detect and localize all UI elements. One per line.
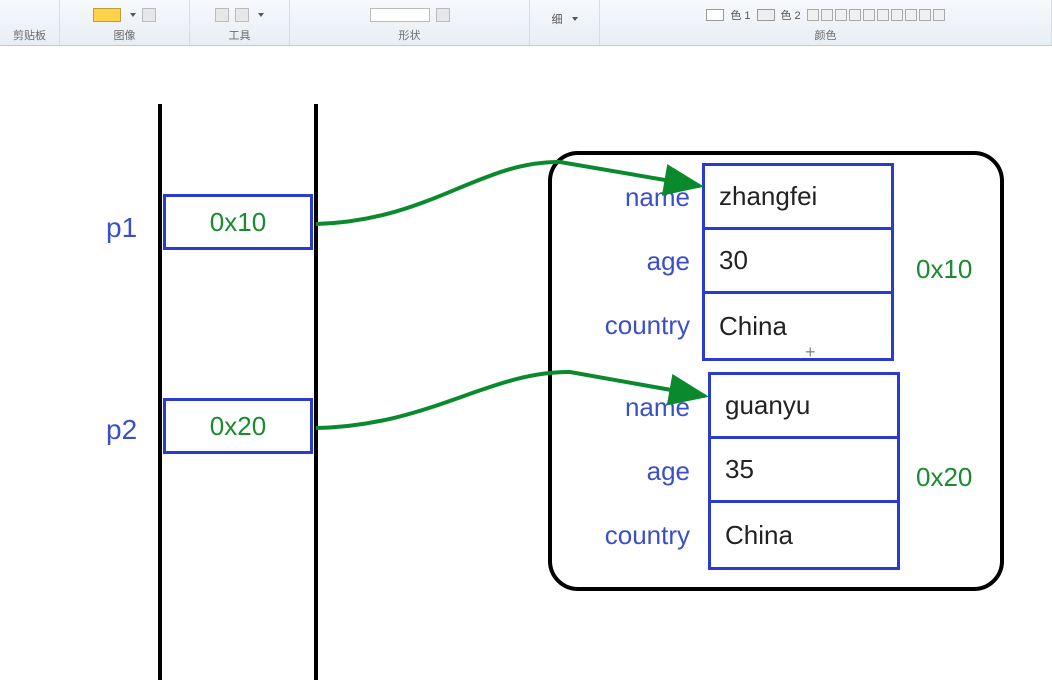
dropdown-icon[interactable] <box>258 13 264 17</box>
color-swatch[interactable] <box>905 9 917 21</box>
diagram-canvas[interactable]: p1 0x10 p2 0x20 zhangfei 30 China name a… <box>0 46 1052 662</box>
cursor-crosshair-icon: + <box>805 342 816 363</box>
color-swatch[interactable] <box>821 9 833 21</box>
object2-country-cell: China <box>711 503 897 567</box>
pointer-label-p2: p2 <box>106 414 137 446</box>
color-swatches <box>807 9 945 21</box>
object1-country-cell: China <box>705 294 891 358</box>
color-swatch[interactable] <box>863 9 875 21</box>
color1-button[interactable] <box>706 9 724 21</box>
color2-button[interactable] <box>757 9 775 21</box>
field-label-age1: age <box>570 246 690 277</box>
ribbon-image-button[interactable] <box>93 8 121 22</box>
object-table-2: guanyu 35 China <box>708 372 900 570</box>
stack-value-p1: 0x10 <box>210 207 266 238</box>
ribbon-label-tools: 工具 <box>229 27 251 43</box>
color-swatch[interactable] <box>807 9 819 21</box>
color-swatch[interactable] <box>919 9 931 21</box>
color-swatch[interactable] <box>849 9 861 21</box>
stack-cell-p1: 0x10 <box>163 194 313 250</box>
ribbon-label-shapes: 形状 <box>399 27 421 43</box>
dropdown-icon[interactable] <box>572 17 578 21</box>
tool-button[interactable] <box>215 8 229 22</box>
object2-age-cell: 35 <box>711 439 897 503</box>
ribbon-group-colors: 色 1 色 2 颜色 <box>600 0 1052 45</box>
ribbon-group-thickness: 细 <box>530 0 600 45</box>
object-table-1: zhangfei 30 China <box>702 163 894 361</box>
object2-name-cell: guanyu <box>711 375 897 439</box>
color-swatch[interactable] <box>835 9 847 21</box>
heap-address-1: 0x10 <box>916 254 972 285</box>
shape-button[interactable] <box>436 8 450 22</box>
field-label-country2: country <box>570 520 690 551</box>
heap-address-2: 0x20 <box>916 462 972 493</box>
field-label-country1: country <box>570 310 690 341</box>
stack-value-p2: 0x20 <box>210 411 266 442</box>
ribbon-group-shapes: 形状 <box>290 0 530 45</box>
field-label-name2: name <box>570 392 690 423</box>
stack-right-border <box>314 104 318 680</box>
color-swatch[interactable] <box>891 9 903 21</box>
ribbon-label-image: 图像 <box>114 27 136 43</box>
dropdown-icon[interactable] <box>130 13 136 17</box>
field-label-name1: name <box>570 182 690 213</box>
ribbon-group-tools: 工具 <box>190 0 290 45</box>
ribbon-group-image: 图像 <box>60 0 190 45</box>
color2-label: 色 2 <box>781 7 801 23</box>
stack-left-border <box>158 104 162 680</box>
tool-button[interactable] <box>235 8 249 22</box>
ribbon-toolbar: 剪贴板 图像 工具 形状 <box>0 0 1052 46</box>
stack-cell-p2: 0x20 <box>163 398 313 454</box>
thin-label: 细 <box>552 11 563 27</box>
object1-name-cell: zhangfei <box>705 166 891 230</box>
object1-age-cell: 30 <box>705 230 891 294</box>
ribbon-group-clipboard: 剪贴板 <box>0 0 60 45</box>
ribbon-label-colors: 颜色 <box>815 27 837 43</box>
ribbon-mini-button[interactable] <box>142 8 156 22</box>
color-swatch[interactable] <box>877 9 889 21</box>
color1-label: 色 1 <box>730 7 750 23</box>
shapes-gallery[interactable] <box>370 8 430 22</box>
color-swatch[interactable] <box>933 9 945 21</box>
pointer-label-p1: p1 <box>106 212 137 244</box>
field-label-age2: age <box>570 456 690 487</box>
ribbon-label-clipboard: 剪贴板 <box>13 27 46 43</box>
